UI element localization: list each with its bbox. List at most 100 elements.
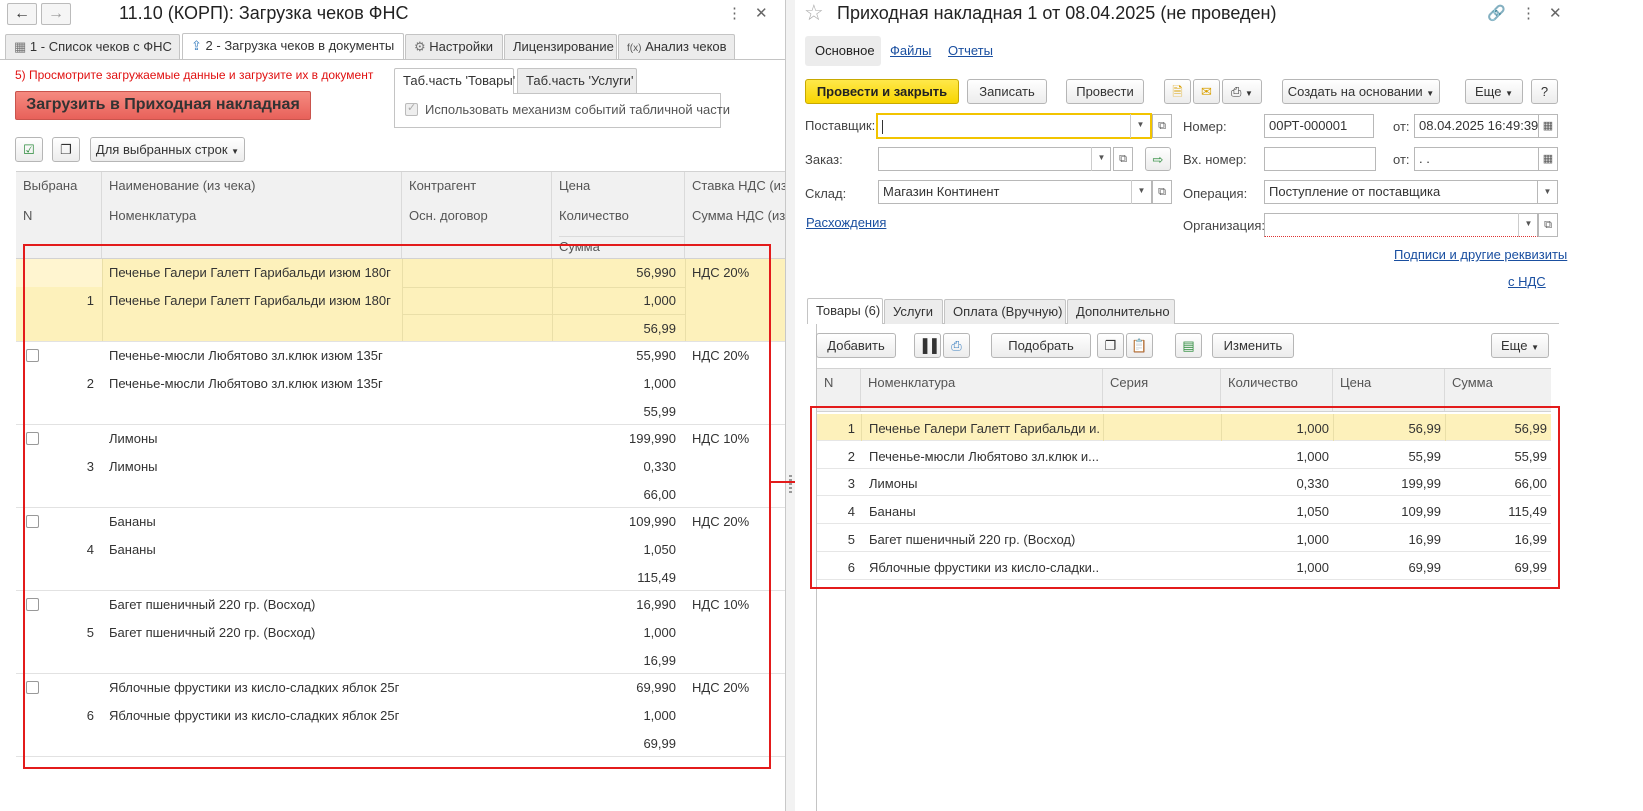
table-more-button[interactable]: Еще ▼: [1491, 333, 1549, 358]
load-icon: ⇪: [191, 38, 202, 53]
warehouse-field[interactable]: Магазин Континент: [878, 180, 1152, 204]
signatures-link[interactable]: Подписи и другие реквизиты: [1394, 247, 1567, 262]
operation-dropdown-icon[interactable]: ▼: [1538, 180, 1558, 204]
more-vertical-icon[interactable]: ⋮: [1521, 4, 1536, 22]
col-nomenclature[interactable]: Номенклатура: [861, 369, 1103, 411]
change-button[interactable]: Изменить: [1212, 333, 1294, 358]
col-quantity[interactable]: Количество: [1221, 369, 1333, 411]
tab-goods[interactable]: Товары (6): [807, 298, 883, 324]
attach-button[interactable]: 🗎: [1164, 79, 1191, 104]
vat-link[interactable]: с НДС: [1508, 274, 1546, 289]
order-label: Заказ:: [805, 152, 843, 167]
in-calendar-icon[interactable]: ▦: [1538, 147, 1558, 171]
gear-icon: ⚙: [414, 39, 426, 54]
organization-open-icon[interactable]: ⧉: [1538, 213, 1558, 237]
table-icon: ▦: [14, 39, 27, 54]
paste-rows-button[interactable]: 📋: [1126, 333, 1153, 358]
tab-receipts-list[interactable]: ▦ 1 - Список чеков с ФНС: [5, 34, 180, 59]
highlight-frame-left: [23, 244, 771, 769]
splitter-grip-icon[interactable]: [789, 475, 792, 493]
window-splitter[interactable]: [786, 0, 795, 811]
tab-payment[interactable]: Оплата (Вручную): [944, 299, 1066, 324]
table-fill-icon: ▤: [1182, 338, 1195, 353]
col-n[interactable]: N: [817, 369, 861, 411]
fill-table-button[interactable]: ▤: [1175, 333, 1202, 358]
barcode-button[interactable]: ▐▐: [914, 333, 941, 358]
copy-icon: ❐: [60, 142, 72, 157]
in-number-field[interactable]: [1264, 147, 1376, 171]
load-into-invoice-button[interactable]: Загрузить в Приходная накладная: [15, 91, 311, 120]
tab-licensing[interactable]: Лицензирование: [504, 34, 617, 59]
tab-services[interactable]: Услуги: [884, 299, 943, 324]
check-all-button[interactable]: ☑: [15, 137, 43, 162]
date-label: от:: [1393, 119, 1410, 134]
tab-load-receipts[interactable]: ⇪ 2 - Загрузка чеков в документы: [182, 33, 404, 59]
window-title: 11.10 (КОРП): Загрузка чеков ФНС: [119, 3, 409, 23]
more-vertical-icon[interactable]: ⋮: [727, 4, 742, 22]
order-field[interactable]: [878, 147, 1111, 171]
date-field[interactable]: 08.04.2025 16:49:39: [1414, 114, 1539, 138]
organization-dropdown-icon[interactable]: ▼: [1518, 213, 1538, 237]
envelope-icon: ✉: [1201, 84, 1212, 99]
discrepancies-link[interactable]: Расхождения: [806, 215, 886, 230]
in-date-label: от:: [1393, 152, 1410, 167]
link-icon[interactable]: 🔗: [1487, 4, 1506, 22]
fx-icon: f(x): [627, 43, 642, 54]
post-button[interactable]: Провести: [1066, 79, 1144, 104]
back-button[interactable]: ←: [7, 3, 37, 25]
save-button[interactable]: Записать: [967, 79, 1047, 104]
print-button[interactable]: ⎙ ▼: [1222, 79, 1262, 104]
tab-analysis[interactable]: f(x) Анализ чеков: [618, 34, 735, 59]
supplier-open-icon[interactable]: ⧉: [1152, 114, 1172, 138]
chevron-down-icon: ▼: [1505, 89, 1513, 98]
order-open-icon[interactable]: ⧉: [1113, 147, 1133, 171]
col-price[interactable]: Цена: [1333, 369, 1445, 411]
forward-button[interactable]: →: [41, 3, 71, 25]
email-button[interactable]: ✉: [1193, 79, 1220, 104]
pick-button[interactable]: Подобрать: [991, 333, 1091, 358]
nav-main[interactable]: Основное: [815, 43, 875, 58]
col-series[interactable]: Серия: [1103, 369, 1221, 411]
chevron-down-icon: ▼: [231, 147, 240, 156]
subtab-services[interactable]: Таб.часть 'Услуги': [517, 68, 637, 93]
post-and-close-button[interactable]: Провести и закрыть: [805, 79, 959, 104]
create-based-on-button[interactable]: Создать на основании ▼: [1282, 79, 1440, 104]
nav-files[interactable]: Файлы: [890, 43, 931, 58]
calendar-icon[interactable]: ▦: [1538, 114, 1558, 138]
selected-rows-menu[interactable]: Для выбранных строк ▼: [90, 137, 245, 162]
add-row-button[interactable]: Добавить: [816, 333, 896, 358]
star-icon[interactable]: ☆: [804, 0, 824, 26]
subtab-goods[interactable]: Таб.часть 'Товары': [394, 68, 515, 94]
operation-field[interactable]: Поступление от поставщика: [1264, 180, 1538, 204]
copy-rows-button[interactable]: ❐: [1097, 333, 1124, 358]
more-button[interactable]: Еще ▼: [1465, 79, 1523, 104]
fill-icon: ⇨: [1152, 152, 1164, 167]
events-checkbox[interactable]: ✓: [405, 102, 418, 116]
copy-button[interactable]: ❐: [52, 137, 80, 162]
close-icon[interactable]: ✕: [755, 4, 768, 22]
close-icon[interactable]: ✕: [1549, 4, 1562, 22]
tab-additional[interactable]: Дополнительно: [1067, 299, 1175, 324]
order-dropdown-icon[interactable]: ▼: [1091, 147, 1111, 171]
nav-reports[interactable]: Отчеты: [948, 43, 993, 58]
number-field[interactable]: 00РТ-000001: [1264, 114, 1374, 138]
fns-receipts-window: ← → 11.10 (КОРП): Загрузка чеков ФНС ⋮ ✕…: [0, 0, 786, 811]
window-title: Приходная накладная 1 от 08.04.2025 (не …: [837, 3, 1277, 23]
col-sum[interactable]: Сумма: [1445, 369, 1551, 411]
warehouse-label: Склад:: [805, 186, 847, 201]
fill-order-button[interactable]: ⇨: [1145, 147, 1171, 171]
warehouse-dropdown-icon[interactable]: ▼: [1131, 180, 1151, 204]
supplier-dropdown-icon[interactable]: ▼: [1130, 114, 1150, 138]
highlight-frame-right: [810, 406, 1560, 589]
tab-settings[interactable]: ⚙ Настройки: [405, 34, 503, 59]
supplier-field[interactable]: [876, 113, 1152, 139]
warehouse-open-icon[interactable]: ⧉: [1152, 180, 1172, 204]
help-button[interactable]: ?: [1531, 79, 1558, 104]
printer-icon: ⎙: [1231, 84, 1242, 99]
in-date-field[interactable]: . .: [1414, 147, 1539, 171]
organization-field[interactable]: [1264, 213, 1538, 237]
barcode-icon: ▐▐: [918, 338, 937, 353]
scanner-button[interactable]: ⎙: [943, 333, 970, 358]
chevron-down-icon: ▼: [1426, 89, 1435, 98]
paste-icon: 📋: [1131, 338, 1148, 353]
